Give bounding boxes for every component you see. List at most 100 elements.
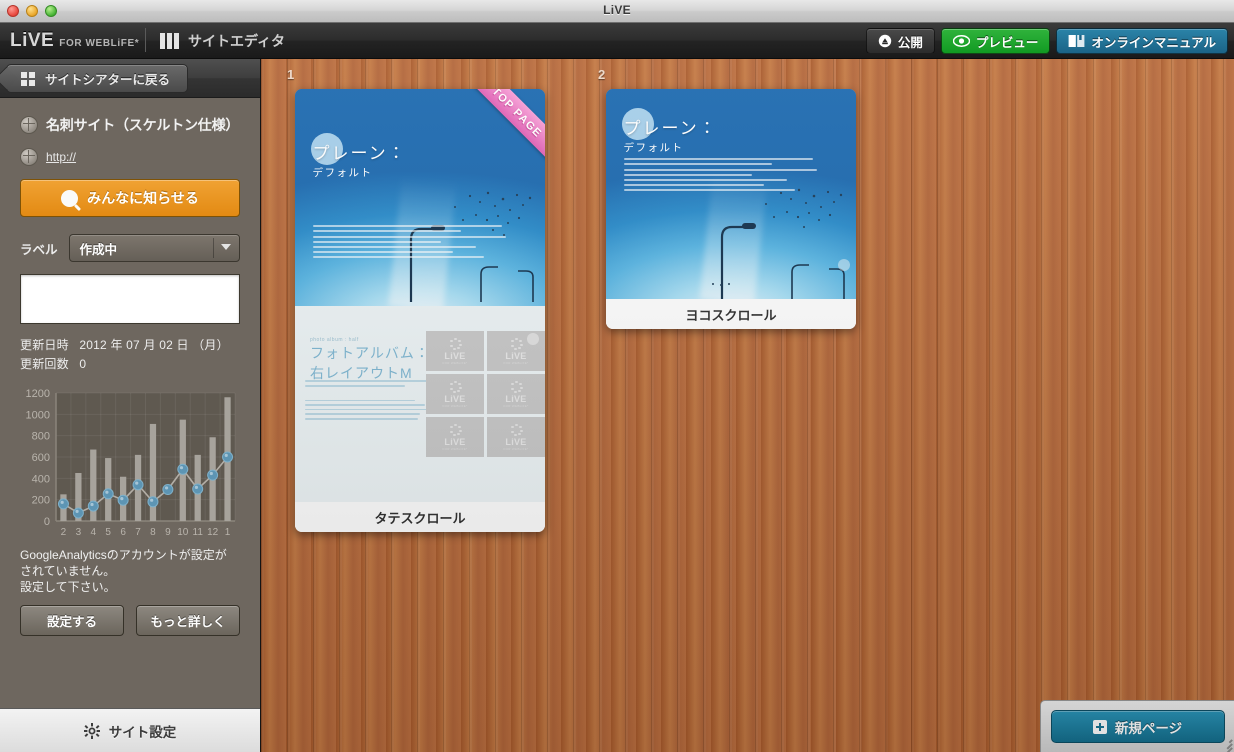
globe-small-icon <box>20 148 38 166</box>
svg-text:1000: 1000 <box>26 409 50 421</box>
site-url-link[interactable]: http:// <box>46 150 76 164</box>
app-window: LiVE LiVE FOR WEBLiFE* サイトエディタ 公開 プレビュー … <box>0 0 1234 752</box>
lamp-illustration-1 <box>409 191 534 302</box>
hero-heading-2: プレーン： デフォルト <box>621 108 718 155</box>
share-button[interactable]: みんなに知らせる <box>20 179 240 217</box>
ga-configure-label: 設定する <box>46 615 97 629</box>
hero-title-1: プレーン： <box>312 143 407 163</box>
sidebar-content: 名刺サイト（スケルトン仕様） http:// みんなに知らせる ラベル 作成中 <box>0 98 260 695</box>
eye-icon <box>952 35 970 47</box>
svg-text:6: 6 <box>120 527 126 538</box>
ga-more-label: もっと詳しく <box>150 615 226 629</box>
online-manual-button[interactable]: オンラインマニュアル <box>1056 28 1228 54</box>
scroll-indicator <box>527 333 539 345</box>
updated-at-value: 2012 年 07 月 02 日 （月） <box>79 338 229 352</box>
label-select-value: 作成中 <box>79 242 118 257</box>
columns-icon <box>160 33 179 49</box>
site-name-label: 名刺サイト（スケルトン仕様） <box>46 117 240 133</box>
window-titlebar: LiVE <box>0 0 1234 23</box>
hero-subtitle-1: デフォルト <box>312 166 373 179</box>
svg-text:5: 5 <box>105 527 111 538</box>
back-to-site-theater-button[interactable]: サイトシアターに戻る <box>6 64 188 93</box>
window-title: LiVE <box>603 3 631 17</box>
chevron-down-icon <box>221 244 231 250</box>
site-meta: 更新日時 2012 年 07 月 02 日 （月） 更新回数 0 <box>20 336 240 374</box>
svg-text:11: 11 <box>193 527 204 538</box>
album-tile-sublabel: FOR WEBLiFE* <box>503 360 529 365</box>
grid-icon <box>21 71 36 86</box>
brand-live-text: LiVE <box>10 30 55 51</box>
update-count-label: 更新回数 <box>20 357 69 371</box>
album-tile-label: LiVE <box>444 350 466 361</box>
ga-configure-button[interactable]: 設定する <box>20 605 124 636</box>
scroll-indicator <box>838 259 850 271</box>
update-count-value: 0 <box>79 357 87 371</box>
svg-text:2: 2 <box>61 527 67 538</box>
globe-icon <box>20 116 38 134</box>
new-page-label: 新規ページ <box>1114 720 1183 736</box>
header-actions: 公開 プレビュー オンラインマニュアル <box>865 28 1228 54</box>
updated-at-label: 更新日時 <box>20 338 69 352</box>
share-button-label: みんなに知らせる <box>87 190 199 206</box>
preview-button[interactable]: プレビュー <box>940 28 1051 54</box>
search-icon <box>61 189 79 207</box>
new-page-button[interactable]: 新規ページ <box>1050 710 1225 743</box>
svg-text:1: 1 <box>225 527 231 538</box>
album-tile: LiVE FOR WEBLiFE* <box>487 374 545 415</box>
album-tile-label: LiVE <box>505 393 527 404</box>
svg-text:800: 800 <box>32 431 50 443</box>
album-tile-label: LiVE <box>444 436 466 447</box>
svg-text:1200: 1200 <box>26 388 50 400</box>
header-divider <box>145 28 146 52</box>
album-tile-label: LiVE <box>505 436 527 447</box>
svg-text:8: 8 <box>150 527 156 538</box>
page-card-1[interactable]: 1 プレーン： デフォルト TOP PAGE photo album: hal… <box>287 67 545 532</box>
sidebar-toolbar: サイトシアターに戻る <box>0 59 260 98</box>
resize-handle[interactable] <box>1220 738 1233 752</box>
album-tile-sublabel: FOR WEBLiFE* <box>442 360 468 365</box>
album-title-line1: フォトアルバム： <box>310 345 430 362</box>
publish-icon <box>878 34 892 48</box>
svg-text:7: 7 <box>135 527 141 538</box>
ga-notice: GoogleAnalyticsのアカウントが設定が されていません。 設定して下… <box>20 547 240 595</box>
album-tile-label: LiVE <box>505 350 527 361</box>
label-select[interactable]: 作成中 <box>68 234 240 262</box>
svg-text:400: 400 <box>32 473 50 485</box>
hero-subtitle-2: デフォルト <box>623 142 684 155</box>
svg-text:12: 12 <box>207 527 219 538</box>
svg-text:9: 9 <box>165 527 171 538</box>
page-thumbnail-2: プレーン： デフォルト <box>606 89 856 299</box>
select-separator <box>213 238 214 258</box>
publish-button[interactable]: 公開 <box>865 28 935 54</box>
site-name-row: 名刺サイト（スケルトン仕様） <box>20 98 240 135</box>
plus-document-icon <box>1092 719 1107 734</box>
svg-text:600: 600 <box>32 452 50 464</box>
sparkle-icon <box>510 380 523 394</box>
new-page-panel: 新規ページ <box>1040 700 1234 752</box>
album-tile-sublabel: FOR WEBLiFE* <box>442 403 468 408</box>
sparkle-icon <box>510 423 523 437</box>
album-tile-sublabel: FOR WEBLiFE* <box>503 446 529 451</box>
ga-notice-line2: されていません。 <box>20 564 116 578</box>
ga-more-button[interactable]: もっと詳しく <box>136 605 240 636</box>
album-tile-sublabel: FOR WEBLiFE* <box>503 403 529 408</box>
brand-logo: LiVE FOR WEBLiFE* <box>10 30 139 52</box>
svg-text:4: 4 <box>91 527 97 538</box>
page-label-1: タテスクロール <box>295 502 545 532</box>
book-icon <box>1068 35 1085 47</box>
album-tile: LiVE FOR WEBLiFE* <box>426 374 484 415</box>
memo-textarea[interactable] <box>20 274 240 324</box>
ga-actions: 設定する もっと詳しく <box>20 605 240 636</box>
page-card-2[interactable]: 2 プレーン： デフォルト ヨコスクロール <box>598 67 856 329</box>
page-label-2: ヨコスクロール <box>606 299 856 329</box>
sparkle-icon <box>449 380 462 394</box>
page-thumbnail-1: プレーン： デフォルト TOP PAGE photo album : half … <box>295 89 545 502</box>
ga-notice-line3: 設定して下さい。 <box>20 580 116 594</box>
label-row: ラベル 作成中 <box>20 234 240 262</box>
album-tile: LiVE FOR WEBLiFE* <box>487 417 545 458</box>
site-settings-button[interactable]: サイト設定 <box>0 708 260 752</box>
updated-at-row: 更新日時 2012 年 07 月 02 日 （月） <box>20 336 240 355</box>
svg-text:10: 10 <box>177 527 189 538</box>
online-manual-label: オンラインマニュアル <box>1091 35 1216 50</box>
album-tile: LiVE FOR WEBLiFE* <box>426 417 484 458</box>
